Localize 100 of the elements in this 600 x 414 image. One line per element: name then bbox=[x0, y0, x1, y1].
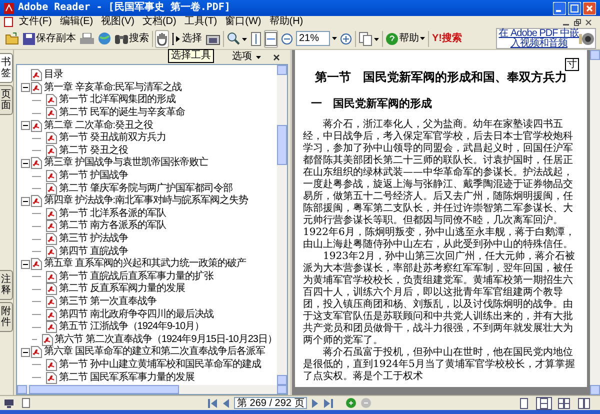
options-menu[interactable]: 选项 bbox=[232, 52, 261, 62]
bookmark-icon bbox=[46, 233, 57, 246]
bookmark-item[interactable]: 第二节 国民军系军事力量的发展 bbox=[59, 372, 194, 383]
bookmark-item[interactable]: 第一章 辛亥革命:民军与清军之战 bbox=[44, 82, 182, 93]
side-tab[interactable]: 书签 bbox=[0, 53, 13, 83]
bookmark-item[interactable]: 第三节 护法战争 bbox=[59, 234, 128, 244]
menu-item[interactable]: 帮助(H) bbox=[269, 17, 304, 27]
bookmark-item[interactable]: 目录 bbox=[44, 70, 63, 80]
doc-close-icon[interactable] bbox=[585, 18, 592, 26]
previous-page-icon[interactable] bbox=[222, 398, 229, 408]
bookmark-item[interactable]: 第二节 南方各派系的军队 bbox=[59, 221, 166, 232]
select-button[interactable]: 选择 bbox=[171, 30, 203, 48]
bookmark-item[interactable]: 第一节 直皖战后直系军事力量的扩张 bbox=[59, 272, 214, 282]
bookmark-icon bbox=[31, 157, 42, 170]
bookmark-icon bbox=[31, 82, 42, 94]
save-button[interactable]: 保存副本 bbox=[22, 30, 77, 48]
next-page-icon[interactable] bbox=[312, 398, 320, 408]
bookmark-item[interactable]: 第二节 民军的诞生与辛亥革命 bbox=[59, 108, 185, 118]
back-icon[interactable] bbox=[346, 398, 356, 408]
close-icon[interactable] bbox=[273, 54, 280, 60]
ad-banner[interactable]: 在 Adobe PDF 中嵌 入视频和音频 bbox=[496, 28, 596, 49]
minimize-button[interactable] bbox=[553, 2, 566, 14]
bookmark-icon bbox=[46, 220, 57, 232]
menu-item[interactable]: 视图(V) bbox=[101, 17, 134, 27]
bookmark-icon bbox=[46, 308, 57, 321]
camera-drawing bbox=[579, 30, 595, 46]
bookmark-item[interactable]: 第三节 第一次直奉战争 bbox=[59, 296, 156, 307]
search-button[interactable]: 搜索 bbox=[114, 30, 150, 48]
bookmark-item[interactable]: 第六节 第二次直奉战争（1924年9月15日-10月23日） bbox=[54, 334, 277, 345]
monitor-icon[interactable] bbox=[4, 398, 14, 408]
bookmark-item[interactable]: 第一节 癸丑战前双方兵力 bbox=[59, 133, 166, 144]
close-button[interactable] bbox=[583, 2, 596, 14]
collapse-icon[interactable] bbox=[21, 121, 30, 130]
email-button[interactable] bbox=[97, 30, 112, 48]
bookmark-item[interactable]: 第二节 肇庆军务院与两广护国军都司令部 bbox=[59, 184, 232, 194]
facing-view-button[interactable] bbox=[576, 396, 592, 410]
yahoo-button[interactable]: Y!搜索 bbox=[431, 30, 463, 48]
hand-icon bbox=[156, 32, 168, 46]
pages-button[interactable] bbox=[358, 30, 380, 48]
ad-text[interactable]: 入视频和音频 bbox=[498, 38, 579, 48]
fitwidth-button[interactable] bbox=[264, 30, 278, 48]
bookmark-icon bbox=[46, 372, 57, 384]
caret-icon[interactable] bbox=[332, 37, 337, 40]
continuous-view-button[interactable] bbox=[536, 396, 552, 410]
bookmark-item[interactable]: 第一节 孙中山建立黄埔军校和国民革命军的建成 bbox=[59, 360, 261, 370]
side-tab[interactable]: 附件 bbox=[0, 302, 13, 332]
side-tab[interactable]: 页面 bbox=[0, 85, 13, 115]
bookmark-item[interactable]: 第二节 癸丑之役 bbox=[59, 146, 128, 156]
menu-item[interactable]: 窗口(W) bbox=[225, 17, 262, 27]
last-page-icon[interactable] bbox=[324, 398, 334, 408]
help-button[interactable]: 帮助 bbox=[385, 30, 426, 48]
zoom-field[interactable]: 21% bbox=[296, 31, 330, 46]
bookmark-item[interactable]: 第四节 南北政府争夺四川的最后决战 bbox=[59, 310, 214, 320]
menu-item[interactable]: 编辑(E) bbox=[60, 17, 94, 27]
collapse-icon[interactable] bbox=[21, 348, 30, 357]
bookmark-item[interactable]: 第二节 反直系军阀力量的发展 bbox=[59, 284, 185, 294]
vertical-scrollbar[interactable] bbox=[277, 65, 287, 385]
bookmark-item[interactable]: 第四节 直皖战争 bbox=[59, 246, 128, 257]
bookmark-item[interactable]: 第一节 护国战争 bbox=[59, 171, 128, 182]
scroll-thumb[interactable] bbox=[29, 385, 179, 394]
bookmark-icon bbox=[46, 144, 57, 157]
paragraph: 1923年2月，孙中山第三次回广州，任大元帅，蒋介石被派为大本营参谋长，率部赴苏考察红军军制，翌年回国，被任为黄埔军官学校校长，负责组建党军。黄埔军校第一期招生六百四十人，训练六个月后，即以这批青年军官组建两个教导团，投入镇压商团和杨、刘叛乱，以及讨伐陈炯明的战争。由于这支军官队伍是苏联顾问和中共党人训练出来的，并有大批共产党员和团员做骨干，战斗力很强，不到两年就发展壮大为两个师的党军了。 bbox=[303, 250, 576, 346]
bookmark-item[interactable]: 第五章 直系军阀的兴起和其武力统一政策的破产 bbox=[44, 259, 246, 270]
bookmark-icon bbox=[46, 296, 57, 308]
bookmark-item[interactable]: 第五节 江浙战争（1924年9-10月） bbox=[59, 322, 204, 332]
page-mark: 寸 bbox=[565, 58, 579, 71]
collapse-icon[interactable] bbox=[21, 158, 30, 168]
section-heading: 第一节 国民党新军阀的形成和国、奉双方兵力 bbox=[314, 69, 568, 86]
page-icon[interactable] bbox=[22, 398, 30, 408]
menu-item[interactable]: 文件(F) bbox=[19, 17, 52, 27]
continuous-facing-view-button[interactable] bbox=[556, 396, 572, 410]
ad-text[interactable]: 在 Adobe PDF 中嵌 bbox=[498, 28, 579, 38]
collapse-icon[interactable] bbox=[21, 83, 30, 92]
collapse-icon[interactable] bbox=[21, 196, 30, 206]
zoom-out-icon bbox=[281, 32, 293, 44]
zoom-button[interactable] bbox=[226, 30, 248, 48]
bookmark-item[interactable]: 第一节 北洋系各派的军队 bbox=[59, 208, 166, 219]
bookmark-item[interactable]: 第三章 护国战争与袁世凯帝国张帝败亡 bbox=[44, 158, 208, 168]
menu-item[interactable]: 文档(D) bbox=[142, 17, 176, 27]
open-button[interactable] bbox=[4, 30, 20, 48]
fitpage-button[interactable] bbox=[250, 30, 262, 48]
bookmark-item[interactable]: 第二章 二次革命:癸丑之役 bbox=[44, 120, 154, 131]
bookmark-icon bbox=[46, 321, 57, 334]
bookmark-item[interactable]: 第一节 北洋军阀集团的形成 bbox=[59, 95, 176, 106]
hand-button[interactable] bbox=[155, 30, 169, 48]
page-number-field[interactable]: 第 269 / 292 页 bbox=[234, 397, 308, 409]
menu-item[interactable]: 工具(T) bbox=[184, 17, 218, 27]
bookmark-icon bbox=[46, 358, 57, 371]
first-page-icon[interactable] bbox=[208, 398, 217, 408]
bookmark-item[interactable]: 第四章 护法战争:南北军事对峙与皖系军阀之失势 bbox=[44, 196, 248, 206]
horizontal-scrollbar[interactable] bbox=[17, 385, 287, 394]
doc-restore-icon[interactable] bbox=[574, 18, 581, 26]
scroll-thumb[interactable] bbox=[277, 125, 287, 165]
paragraph: 蒋介石，浙江奉化人，父为盐商。幼年在家塾读四书五经，中日战争后，考入保定军官学校，后去日本士官学校炮科学习，参加了孙中山领导的同盟会，武昌起义时，回国任沪军都督陈其美部团长第二十三师的联队长。讨袁护国时，任居正在山东组织的绿林武装——中华革命军的参谋长。护法战起，一度赴粤参战，旋返上海与张静江、戴季陶混迹于证券物品交易所，做第五十二号经济人。后又去广州，随陈炯明援闽，任陈部援闽，粤军第二支队长，并任过许崇智第二军参谋长、大元帅行营参谋长等职。但都因与同僚不睦，几次离军回沪。1922年6月，陈炯明叛变，孙中山逃至永丰舰，蒋于白鹅潭，由山上海赴粤随侍孙中山左右，从此受到孙中山的特殊信任。 bbox=[303, 118, 576, 250]
maximize-button[interactable] bbox=[568, 2, 581, 14]
side-tab[interactable]: 注释 bbox=[0, 270, 13, 300]
bookmark-icon bbox=[46, 107, 57, 120]
bookmark-item[interactable]: 第六章 国民革命军的建立和第二次直奉战争后各派军 bbox=[44, 347, 265, 358]
bookmark-icon bbox=[46, 132, 57, 144]
collapse-icon[interactable] bbox=[21, 260, 30, 269]
